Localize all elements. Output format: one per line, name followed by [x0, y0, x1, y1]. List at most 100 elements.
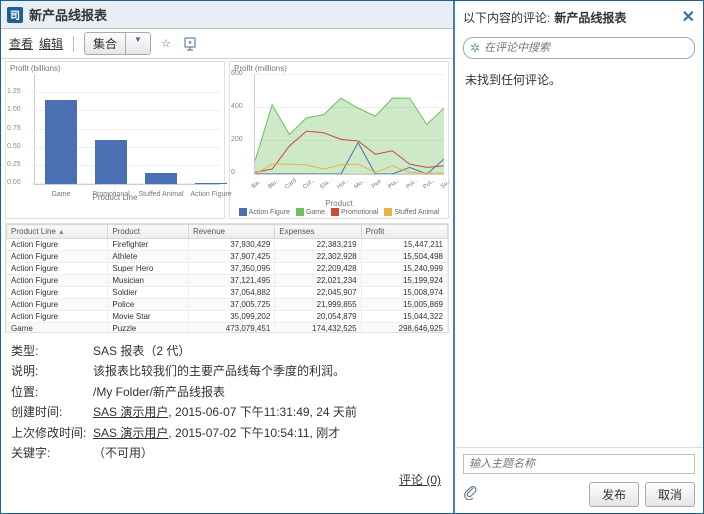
table-cell: Super Hero: [108, 263, 189, 275]
page-title: 新产品线报表: [29, 5, 107, 24]
comment-search-box[interactable]: ✲: [463, 37, 695, 59]
meta-desc-label: 说明:: [11, 361, 93, 381]
table-row[interactable]: Action FigureMovie Star35,099,20220,054,…: [7, 311, 448, 323]
table-cell: 22,045,907: [275, 287, 361, 299]
table-cell: Game: [7, 323, 108, 334]
search-icon: ✲: [470, 41, 480, 55]
legend-item: Promotional: [331, 208, 378, 216]
toolbar-separator: [73, 36, 74, 52]
meta-created-value: SAS 演示用户, 2015-06-07 下午11:31:49, 24 天前: [93, 402, 357, 422]
created-user-link[interactable]: SAS 演示用户: [93, 405, 168, 419]
comments-header-prefix: 以下内容的评论:: [463, 9, 550, 26]
bar: [95, 140, 127, 184]
line-category-label: Ba..: [251, 179, 263, 190]
table-row[interactable]: Action FigureMusician37,121,49522,021,23…: [7, 275, 448, 287]
column-header[interactable]: Profit: [361, 225, 447, 239]
line-category-label: Pol..: [405, 178, 418, 190]
line-xlabel: Product: [230, 199, 448, 208]
line-category-label: Pen: [371, 179, 383, 190]
table-cell: 15,044,322: [361, 311, 447, 323]
table-cell: Musician: [108, 275, 189, 287]
meta-keywords-label: 关键字:: [11, 443, 93, 463]
meta-keywords-value: （不可用）: [93, 443, 153, 463]
table-cell: 37,005,725: [188, 299, 274, 311]
legend-item: Action Figure: [239, 208, 290, 216]
comments-panel: 以下内容的评论: 新产品线报表 ✕ ✲ 未找到任何评论。 发布 取消: [455, 1, 703, 513]
bar-category-label: Stuffed Animal: [138, 191, 183, 198]
table-cell: 22,021,234: [275, 275, 361, 287]
favorite-icon[interactable]: ☆: [157, 35, 175, 53]
bar: [145, 173, 177, 184]
table-cell: Action Figure: [7, 299, 108, 311]
line-legend: Action FigureGamePromotionalStuffed Anim…: [230, 208, 448, 218]
settings-icon[interactable]: [181, 35, 199, 53]
table-cell: 22,209,428: [275, 263, 361, 275]
table-cell: 37,054,882: [188, 287, 274, 299]
left-panel: 司 新产品线报表 查看 编辑 集合 ▼ ☆ Profit (billions) …: [1, 1, 455, 513]
table-cell: 298,646,925: [361, 323, 447, 334]
table-cell: 37,121,495: [188, 275, 274, 287]
app-logo-icon: 司: [7, 7, 23, 23]
modified-user-link[interactable]: SAS 演示用户: [93, 426, 168, 440]
legend-swatch: [384, 208, 392, 216]
comments-header-title: 新产品线报表: [554, 9, 626, 26]
table-cell: Action Figure: [7, 251, 108, 263]
data-table: Product Line ▲ProductRevenueExpensesProf…: [6, 224, 448, 333]
table-row[interactable]: Action FigureSoldier37,054,88222,045,907…: [7, 287, 448, 299]
table-cell: 473,079,451: [188, 323, 274, 334]
line-category-label: Su..: [440, 179, 452, 190]
charts-row: Profit (billions) 0.000.250.500.751.001.…: [1, 59, 453, 221]
line-category-label: Hor..: [336, 178, 350, 191]
legend-swatch: [239, 208, 247, 216]
table-cell: 37,907,425: [188, 251, 274, 263]
close-icon[interactable]: ✕: [682, 7, 695, 27]
table-header-row: Product Line ▲ProductRevenueExpensesProf…: [7, 225, 448, 239]
bar-category-label: Promotional: [92, 191, 129, 198]
gridline: 1.25: [31, 92, 220, 93]
cancel-button[interactable]: 取消: [645, 482, 695, 507]
legend-swatch: [296, 208, 304, 216]
bar-category-label: Action Figure: [190, 191, 231, 198]
table-row[interactable]: GamePuzzle473,079,451174,432,525298,646,…: [7, 323, 448, 334]
table-row[interactable]: Action FigureAthlete37,907,42522,302,928…: [7, 251, 448, 263]
comments-count-link[interactable]: 评论 (0): [1, 469, 453, 494]
table-cell: 15,199,924: [361, 275, 447, 287]
publish-button[interactable]: 发布: [589, 482, 639, 507]
table-cell: 35,099,202: [188, 311, 274, 323]
subject-input[interactable]: [463, 454, 695, 474]
bar-chart-box: Profit (billions) 0.000.250.500.751.001.…: [5, 61, 225, 219]
table-cell: Action Figure: [7, 287, 108, 299]
data-table-wrap[interactable]: Product Line ▲ProductRevenueExpensesProf…: [5, 223, 449, 333]
line-category-label: Blu..: [268, 178, 281, 190]
group-button[interactable]: 集合: [85, 33, 125, 54]
group-dropdown[interactable]: ▼: [125, 33, 150, 54]
table-row[interactable]: Action FigureSuper Hero37,350,09522,209,…: [7, 263, 448, 275]
column-header[interactable]: Product Line ▲: [7, 225, 108, 239]
attach-icon[interactable]: [463, 484, 477, 505]
table-cell: 20,054,879: [275, 311, 361, 323]
table-row[interactable]: Action FigurePolice37,005,72521,999,8551…: [7, 299, 448, 311]
table-cell: Action Figure: [7, 263, 108, 275]
bar: [195, 183, 227, 184]
table-cell: Movie Star: [108, 311, 189, 323]
table-cell: 15,447,211: [361, 239, 447, 251]
column-header[interactable]: Expenses: [275, 225, 361, 239]
table-cell: 22,383,219: [275, 239, 361, 251]
bar-category-label: Game: [51, 191, 70, 198]
table-cell: 37,930,429: [188, 239, 274, 251]
table-cell: Action Figure: [7, 239, 108, 251]
comment-search-input[interactable]: [484, 42, 688, 54]
edit-menu[interactable]: 编辑: [39, 35, 63, 52]
app-window: 司 新产品线报表 查看 编辑 集合 ▼ ☆ Profit (billions) …: [0, 0, 704, 514]
meta-created-label: 创建时间:: [11, 402, 93, 422]
table-cell: Action Figure: [7, 311, 108, 323]
column-header[interactable]: Revenue: [188, 225, 274, 239]
metadata-block: 类型:SAS 报表（2 代） 说明:该报表比较我们的主要产品线每个季度的利润。 …: [1, 335, 453, 469]
table-cell: Athlete: [108, 251, 189, 263]
line-category-label: Pla..: [388, 178, 401, 190]
table-row[interactable]: Action FigureFirefighter37,930,42922,383…: [7, 239, 448, 251]
meta-loc-value: /My Folder/新产品线报表: [93, 382, 225, 402]
column-header[interactable]: Product: [108, 225, 189, 239]
meta-modified-label: 上次修改时间:: [11, 423, 93, 443]
view-menu[interactable]: 查看: [9, 35, 33, 52]
